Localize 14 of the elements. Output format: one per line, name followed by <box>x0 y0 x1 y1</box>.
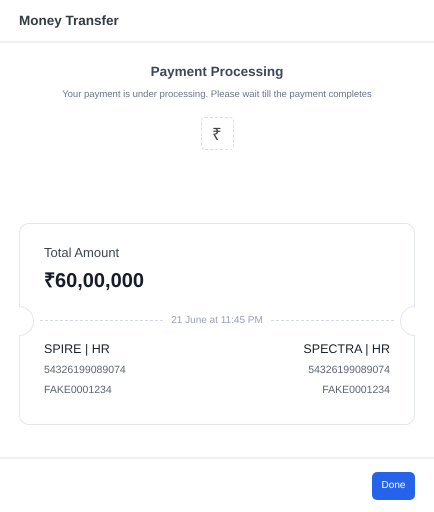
receiver-name: SPECTRA | HR <box>303 342 390 356</box>
status-message: Your payment is under processing. Please wait till the payment completes <box>62 89 372 100</box>
rupee-icon: ₹ <box>200 117 234 150</box>
sender-code: FAKE0001234 <box>44 384 113 396</box>
amount-label: Total Amount <box>44 245 120 260</box>
window-title: Money Transfer <box>19 13 119 28</box>
receiver-code: FAKE0001234 <box>322 384 390 396</box>
timestamp: 21 June at 11:45 PM <box>171 315 263 326</box>
status-title: Payment Processing <box>150 64 284 79</box>
sender-account: 54326199089074 <box>44 364 126 376</box>
done-button[interactable]: Done <box>372 472 415 500</box>
amount-value: ₹60,00,000 <box>44 269 145 293</box>
receiver-account: 54326199089074 <box>308 364 390 376</box>
sender-name: SPIRE | HR <box>44 342 111 356</box>
